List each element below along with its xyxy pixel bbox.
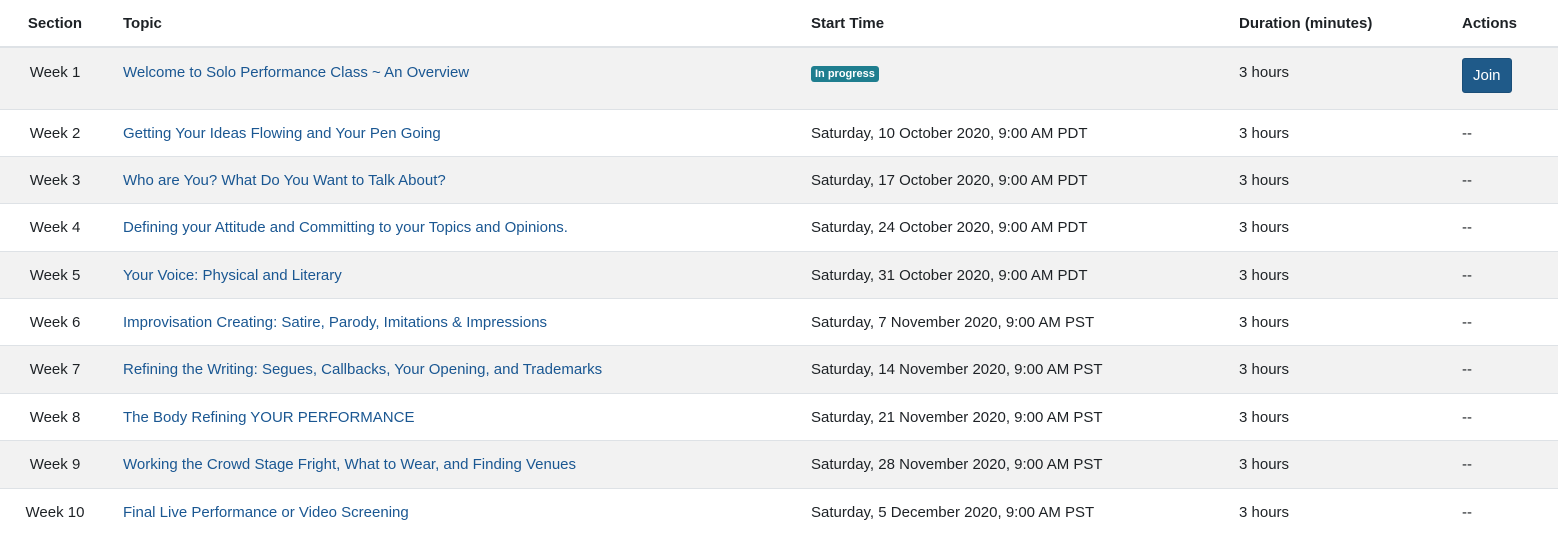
sessions-table: Section Topic Start Time Duration (minut… [0, 0, 1558, 536]
section-cell: Week 10 [0, 487, 110, 536]
topic-link[interactable]: Welcome to Solo Performance Class ~ An O… [123, 64, 469, 81]
status-badge: In progress [811, 66, 879, 82]
start-time-cell: Saturday, 21 November 2020, 9:00 AM PST [798, 392, 1226, 441]
actions-cell: -- [1449, 203, 1558, 252]
section-cell: Week 9 [0, 440, 110, 489]
actions-cell: -- [1449, 250, 1558, 299]
table-row: Week 2 Getting Your Ideas Flowing and Yo… [0, 108, 1558, 157]
topic-link[interactable]: The Body Refining YOUR PERFORMANCE [123, 409, 414, 426]
header-topic: Topic [110, 0, 798, 48]
topic-cell: Getting Your Ideas Flowing and Your Pen … [110, 108, 798, 157]
table-row: Week 3 Who are You? What Do You Want to … [0, 155, 1558, 204]
start-time-cell: Saturday, 7 November 2020, 9:00 AM PST [798, 298, 1226, 346]
topic-cell: Welcome to Solo Performance Class ~ An O… [110, 46, 798, 109]
table-row: Week 4 Defining your Attitude and Commit… [0, 203, 1558, 252]
topic-cell: Final Live Performance or Video Screenin… [110, 487, 798, 536]
table-row: Week 10 Final Live Performance or Video … [0, 487, 1558, 536]
table-row: Week 8 The Body Refining YOUR PERFORMANC… [0, 392, 1558, 441]
duration-cell: 3 hours [1226, 203, 1449, 252]
table-row: Week 7 Refining the Writing: Segues, Cal… [0, 345, 1558, 394]
start-time-cell: Saturday, 24 October 2020, 9:00 AM PDT [798, 203, 1226, 252]
section-cell: Week 6 [0, 298, 110, 346]
duration-cell: 3 hours [1226, 108, 1449, 157]
duration-cell: 3 hours [1226, 250, 1449, 299]
start-time-cell: In progress [798, 46, 1226, 109]
actions-cell: -- [1449, 108, 1558, 157]
table-row: Week 9 Working the Crowd Stage Fright, W… [0, 440, 1558, 489]
duration-cell: 3 hours [1226, 392, 1449, 441]
actions-cell: -- [1449, 345, 1558, 394]
duration-cell: 3 hours [1226, 46, 1449, 109]
start-time-cell: Saturday, 14 November 2020, 9:00 AM PST [798, 345, 1226, 394]
actions-cell: -- [1449, 392, 1558, 441]
start-time-cell: Saturday, 28 November 2020, 9:00 AM PST [798, 440, 1226, 489]
section-cell: Week 5 [0, 250, 110, 299]
topic-cell: The Body Refining YOUR PERFORMANCE [110, 392, 798, 441]
topic-link[interactable]: Working the Crowd Stage Fright, What to … [123, 456, 576, 473]
topic-link[interactable]: Getting Your Ideas Flowing and Your Pen … [123, 125, 441, 142]
start-time-cell: Saturday, 5 December 2020, 9:00 AM PST [798, 487, 1226, 536]
topic-link[interactable]: Refining the Writing: Segues, Callbacks,… [123, 361, 602, 378]
table-header: Section Topic Start Time Duration (minut… [0, 0, 1558, 48]
actions-cell: -- [1449, 298, 1558, 346]
header-section: Section [0, 0, 110, 48]
section-cell: Week 2 [0, 108, 110, 157]
duration-cell: 3 hours [1226, 345, 1449, 394]
section-cell: Week 8 [0, 392, 110, 441]
duration-cell: 3 hours [1226, 487, 1449, 536]
header-duration: Duration (minutes) [1226, 0, 1449, 48]
actions-cell: -- [1449, 155, 1558, 204]
topic-cell: Refining the Writing: Segues, Callbacks,… [110, 345, 798, 394]
topic-cell: Improvisation Creating: Satire, Parody, … [110, 298, 798, 346]
section-cell: Week 3 [0, 155, 110, 204]
actions-cell: -- [1449, 487, 1558, 536]
duration-cell: 3 hours [1226, 155, 1449, 204]
header-actions: Actions [1449, 0, 1558, 48]
topic-cell: Who are You? What Do You Want to Talk Ab… [110, 155, 798, 204]
start-time-cell: Saturday, 31 October 2020, 9:00 AM PDT [798, 250, 1226, 299]
topic-link[interactable]: Defining your Attitude and Committing to… [123, 219, 568, 236]
header-start-time: Start Time [798, 0, 1226, 48]
topic-cell: Defining your Attitude and Committing to… [110, 203, 798, 252]
table-row: Week 1 Welcome to Solo Performance Class… [0, 46, 1558, 109]
actions-cell: Join [1449, 46, 1558, 109]
start-time-cell: Saturday, 17 October 2020, 9:00 AM PDT [798, 155, 1226, 204]
section-cell: Week 1 [0, 46, 110, 109]
topic-link[interactable]: Your Voice: Physical and Literary [123, 267, 342, 284]
topic-link[interactable]: Improvisation Creating: Satire, Parody, … [123, 314, 547, 331]
topic-cell: Your Voice: Physical and Literary [110, 250, 798, 299]
topic-cell: Working the Crowd Stage Fright, What to … [110, 440, 798, 489]
start-time-cell: Saturday, 10 October 2020, 9:00 AM PDT [798, 108, 1226, 157]
join-button[interactable]: Join [1462, 58, 1512, 93]
duration-cell: 3 hours [1226, 440, 1449, 489]
topic-link[interactable]: Who are You? What Do You Want to Talk Ab… [123, 172, 446, 189]
table-row: Week 6 Improvisation Creating: Satire, P… [0, 298, 1558, 346]
table-row: Week 5 Your Voice: Physical and Literary… [0, 250, 1558, 299]
actions-cell: -- [1449, 440, 1558, 489]
section-cell: Week 4 [0, 203, 110, 252]
topic-link[interactable]: Final Live Performance or Video Screenin… [123, 504, 409, 521]
section-cell: Week 7 [0, 345, 110, 394]
duration-cell: 3 hours [1226, 298, 1449, 346]
